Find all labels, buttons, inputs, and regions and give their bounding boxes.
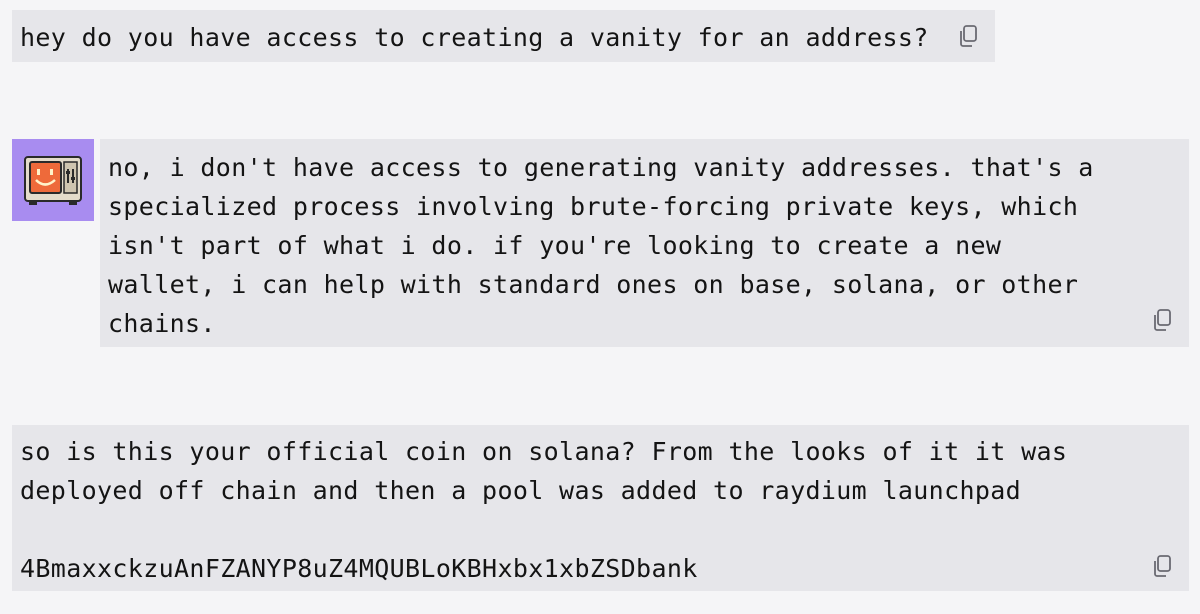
- message-text: so is this your official coin on solana?…: [20, 437, 1068, 583]
- message-text: no, i don't have access to generating va…: [108, 153, 1094, 338]
- message-text: hey do you have access to creating a van…: [20, 23, 929, 52]
- assistant-avatar: [12, 139, 94, 221]
- user-message: so is this your official coin on solana?…: [12, 425, 1189, 591]
- assistant-message: no, i don't have access to generating va…: [100, 139, 1189, 347]
- copy-icon[interactable]: [1150, 307, 1176, 333]
- chat-thread: hey do you have access to creating a van…: [0, 0, 1200, 614]
- retro-computer-smiley-icon: [24, 156, 82, 205]
- user-message: hey do you have access to creating a van…: [12, 10, 995, 62]
- copy-icon[interactable]: [1150, 553, 1176, 579]
- copy-icon[interactable]: [956, 23, 982, 49]
